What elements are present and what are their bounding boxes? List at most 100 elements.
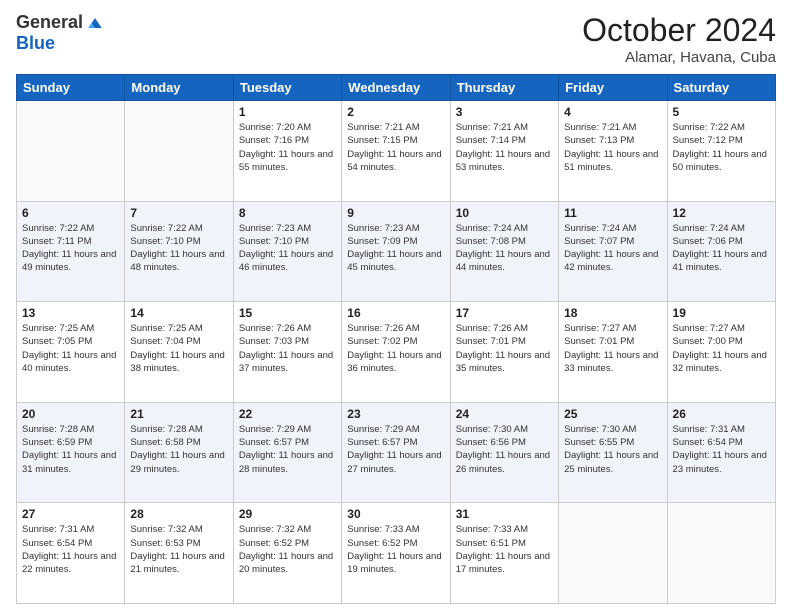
day-info: Sunrise: 7:22 AM Sunset: 7:11 PM Dayligh…: [22, 222, 119, 275]
day-number: 28: [130, 507, 227, 521]
calendar-cell: 12 Sunrise: 7:24 AM Sunset: 7:06 PM Dayli…: [667, 201, 775, 302]
calendar-cell: 31 Sunrise: 7:33 AM Sunset: 6:51 PM Dayli…: [450, 503, 558, 604]
calendar-cell: 29 Sunrise: 7:32 AM Sunset: 6:52 PM Dayli…: [233, 503, 341, 604]
calendar-cell: 21 Sunrise: 7:28 AM Sunset: 6:58 PM Dayli…: [125, 402, 233, 503]
logo: General Blue: [16, 12, 105, 54]
logo-blue-text: Blue: [16, 33, 55, 54]
day-number: 18: [564, 306, 661, 320]
calendar-cell: [125, 101, 233, 202]
day-info: Sunrise: 7:23 AM Sunset: 7:10 PM Dayligh…: [239, 222, 336, 275]
day-info: Sunrise: 7:28 AM Sunset: 6:59 PM Dayligh…: [22, 423, 119, 476]
month-title: October 2024: [582, 12, 776, 49]
day-number: 8: [239, 206, 336, 220]
day-info: Sunrise: 7:31 AM Sunset: 6:54 PM Dayligh…: [673, 423, 770, 476]
day-number: 7: [130, 206, 227, 220]
day-info: Sunrise: 7:24 AM Sunset: 7:06 PM Dayligh…: [673, 222, 770, 275]
day-info: Sunrise: 7:33 AM Sunset: 6:52 PM Dayligh…: [347, 523, 444, 576]
day-info: Sunrise: 7:30 AM Sunset: 6:56 PM Dayligh…: [456, 423, 553, 476]
location-title: Alamar, Havana, Cuba: [582, 49, 776, 66]
day-number: 22: [239, 407, 336, 421]
calendar-cell: 9 Sunrise: 7:23 AM Sunset: 7:09 PM Daylig…: [342, 201, 450, 302]
calendar-cell: 10 Sunrise: 7:24 AM Sunset: 7:08 PM Dayli…: [450, 201, 558, 302]
day-info: Sunrise: 7:20 AM Sunset: 7:16 PM Dayligh…: [239, 121, 336, 174]
day-number: 23: [347, 407, 444, 421]
day-info: Sunrise: 7:21 AM Sunset: 7:14 PM Dayligh…: [456, 121, 553, 174]
day-info: Sunrise: 7:30 AM Sunset: 6:55 PM Dayligh…: [564, 423, 661, 476]
day-number: 13: [22, 306, 119, 320]
calendar-header-saturday: Saturday: [667, 75, 775, 101]
day-number: 17: [456, 306, 553, 320]
calendar-cell: 20Sunrise: 7:28 AM Sunset: 6:59 PM Dayli…: [17, 402, 125, 503]
calendar-cell: 7 Sunrise: 7:22 AM Sunset: 7:10 PM Daylig…: [125, 201, 233, 302]
day-number: 12: [673, 206, 770, 220]
calendar-cell: 16Sunrise: 7:26 AM Sunset: 7:02 PM Dayli…: [342, 302, 450, 403]
day-info: Sunrise: 7:22 AM Sunset: 7:10 PM Dayligh…: [130, 222, 227, 275]
title-block: October 2024 Alamar, Havana, Cuba: [582, 12, 776, 66]
day-number: 5: [673, 105, 770, 119]
calendar-cell: 17 Sunrise: 7:26 AM Sunset: 7:01 PM Dayli…: [450, 302, 558, 403]
day-number: 14: [130, 306, 227, 320]
calendar-cell: 24 Sunrise: 7:30 AM Sunset: 6:56 PM Dayli…: [450, 402, 558, 503]
day-number: 27: [22, 507, 119, 521]
day-number: 29: [239, 507, 336, 521]
day-number: 24: [456, 407, 553, 421]
calendar-cell: 5 Sunrise: 7:22 AM Sunset: 7:12 PM Daylig…: [667, 101, 775, 202]
calendar-cell: 19Sunrise: 7:27 AM Sunset: 7:00 PM Dayli…: [667, 302, 775, 403]
day-info: Sunrise: 7:21 AM Sunset: 7:15 PM Dayligh…: [347, 121, 444, 174]
calendar-cell: 23Sunrise: 7:29 AM Sunset: 6:57 PM Dayli…: [342, 402, 450, 503]
day-info: Sunrise: 7:32 AM Sunset: 6:52 PM Dayligh…: [239, 523, 336, 576]
day-info: Sunrise: 7:32 AM Sunset: 6:53 PM Dayligh…: [130, 523, 227, 576]
calendar-cell: 15Sunrise: 7:26 AM Sunset: 7:03 PM Dayli…: [233, 302, 341, 403]
logo-general-text: General: [16, 12, 83, 33]
day-number: 15: [239, 306, 336, 320]
calendar-cell: 26 Sunrise: 7:31 AM Sunset: 6:54 PM Dayli…: [667, 402, 775, 503]
day-info: Sunrise: 7:23 AM Sunset: 7:09 PM Dayligh…: [347, 222, 444, 275]
day-info: Sunrise: 7:28 AM Sunset: 6:58 PM Dayligh…: [130, 423, 227, 476]
day-info: Sunrise: 7:29 AM Sunset: 6:57 PM Dayligh…: [239, 423, 336, 476]
calendar-header-monday: Monday: [125, 75, 233, 101]
calendar-cell: 28 Sunrise: 7:32 AM Sunset: 6:53 PM Dayli…: [125, 503, 233, 604]
calendar-table: SundayMondayTuesdayWednesdayThursdayFrid…: [16, 74, 776, 604]
calendar-cell: 18Sunrise: 7:27 AM Sunset: 7:01 PM Dayli…: [559, 302, 667, 403]
calendar-header-wednesday: Wednesday: [342, 75, 450, 101]
calendar-cell: 11 Sunrise: 7:24 AM Sunset: 7:07 PM Dayli…: [559, 201, 667, 302]
day-info: Sunrise: 7:22 AM Sunset: 7:12 PM Dayligh…: [673, 121, 770, 174]
day-info: Sunrise: 7:24 AM Sunset: 7:07 PM Dayligh…: [564, 222, 661, 275]
page: General Blue October 2024 Alamar, Havana…: [0, 0, 792, 612]
day-info: Sunrise: 7:21 AM Sunset: 7:13 PM Dayligh…: [564, 121, 661, 174]
calendar-week-row: 1Sunrise: 7:20 AM Sunset: 7:16 PM Daylig…: [17, 101, 776, 202]
day-number: 25: [564, 407, 661, 421]
day-info: Sunrise: 7:24 AM Sunset: 7:08 PM Dayligh…: [456, 222, 553, 275]
calendar-cell: 14 Sunrise: 7:25 AM Sunset: 7:04 PM Dayli…: [125, 302, 233, 403]
day-info: Sunrise: 7:26 AM Sunset: 7:02 PM Dayligh…: [347, 322, 444, 375]
calendar-cell: 2 Sunrise: 7:21 AM Sunset: 7:15 PM Daylig…: [342, 101, 450, 202]
calendar-cell: 30 Sunrise: 7:33 AM Sunset: 6:52 PM Dayli…: [342, 503, 450, 604]
calendar-cell: 6Sunrise: 7:22 AM Sunset: 7:11 PM Daylig…: [17, 201, 125, 302]
calendar-cell: 1Sunrise: 7:20 AM Sunset: 7:16 PM Daylig…: [233, 101, 341, 202]
day-info: Sunrise: 7:25 AM Sunset: 7:04 PM Dayligh…: [130, 322, 227, 375]
day-number: 11: [564, 206, 661, 220]
day-number: 19: [673, 306, 770, 320]
calendar-cell: 27Sunrise: 7:31 AM Sunset: 6:54 PM Dayli…: [17, 503, 125, 604]
calendar-cell: 4Sunrise: 7:21 AM Sunset: 7:13 PM Daylig…: [559, 101, 667, 202]
day-number: 3: [456, 105, 553, 119]
day-number: 21: [130, 407, 227, 421]
day-number: 26: [673, 407, 770, 421]
calendar-cell: 22 Sunrise: 7:29 AM Sunset: 6:57 PM Dayli…: [233, 402, 341, 503]
calendar-cell: [667, 503, 775, 604]
day-number: 31: [456, 507, 553, 521]
calendar-cell: [17, 101, 125, 202]
day-info: Sunrise: 7:26 AM Sunset: 7:01 PM Dayligh…: [456, 322, 553, 375]
day-info: Sunrise: 7:25 AM Sunset: 7:05 PM Dayligh…: [22, 322, 119, 375]
day-number: 30: [347, 507, 444, 521]
calendar-week-row: 13 Sunrise: 7:25 AM Sunset: 7:05 PM Dayli…: [17, 302, 776, 403]
day-number: 10: [456, 206, 553, 220]
calendar-week-row: 6Sunrise: 7:22 AM Sunset: 7:11 PM Daylig…: [17, 201, 776, 302]
day-number: 9: [347, 206, 444, 220]
calendar-cell: 3 Sunrise: 7:21 AM Sunset: 7:14 PM Daylig…: [450, 101, 558, 202]
day-number: 2: [347, 105, 444, 119]
day-info: Sunrise: 7:33 AM Sunset: 6:51 PM Dayligh…: [456, 523, 553, 576]
calendar-cell: [559, 503, 667, 604]
header: General Blue October 2024 Alamar, Havana…: [16, 12, 776, 66]
calendar-header-tuesday: Tuesday: [233, 75, 341, 101]
